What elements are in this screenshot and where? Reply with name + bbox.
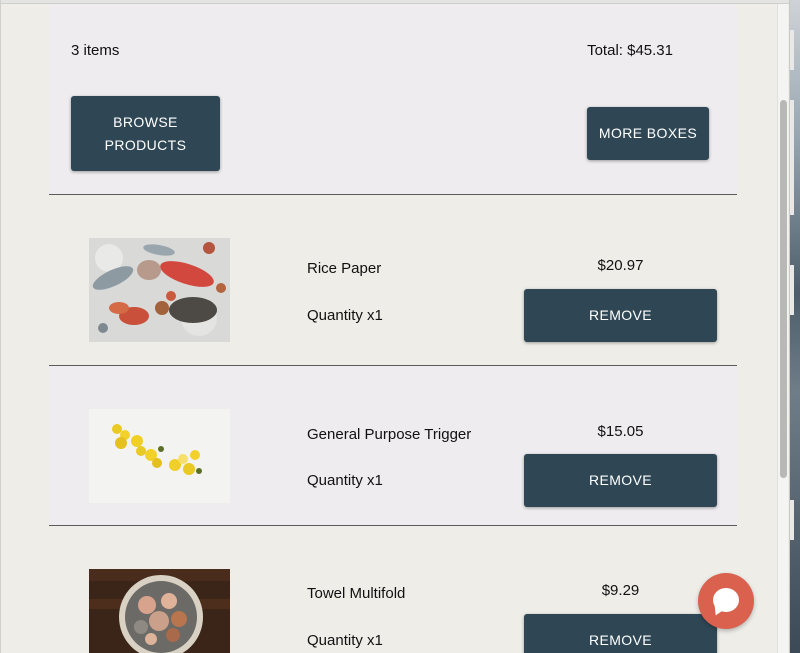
remove-button[interactable]: REMOVE [524,289,717,342]
cart-total: Total: $45.31 [587,42,673,59]
product-quantity: Quantity x1 [307,307,383,324]
remove-button[interactable]: REMOVE [524,454,717,507]
cart-item-row: General Purpose Trigger Quantity x1 $15.… [49,366,737,525]
product-name: General Purpose Trigger [307,426,472,443]
cart-window: 3 items Total: $45.31 BROWSE PRODUCTS MO… [0,0,790,653]
product-image [89,409,230,503]
seafood-bowl-photo [89,569,230,653]
cart-item-row: Towel Multifold Quantity x1 $9.29 REMOVE [49,526,737,653]
cart-item-row: Rice Paper Quantity x1 $20.97 REMOVE [49,195,737,365]
product-image [89,569,230,653]
product-name: Towel Multifold [307,585,406,602]
product-name: Rice Paper [307,260,382,277]
item-count: 3 items [71,42,120,59]
product-image [89,238,230,342]
product-price: $15.05 [597,423,644,440]
chat-button[interactable] [698,573,754,629]
lemons-on-white-photo [89,409,230,503]
scrollbar-thumb[interactable] [780,100,787,478]
cart-summary: 3 items Total: $45.31 BROWSE PRODUCTS MO… [49,4,737,194]
product-price: $9.29 [601,582,640,599]
seafood-on-ice-photo [89,238,230,342]
browse-products-button[interactable]: BROWSE PRODUCTS [71,96,220,171]
remove-button[interactable]: REMOVE [524,614,717,653]
product-quantity: Quantity x1 [307,472,383,489]
more-boxes-button[interactable]: MORE BOXES [587,107,709,160]
product-price: $20.97 [597,257,644,274]
product-quantity: Quantity x1 [307,632,383,649]
vertical-scrollbar[interactable] [777,4,788,653]
